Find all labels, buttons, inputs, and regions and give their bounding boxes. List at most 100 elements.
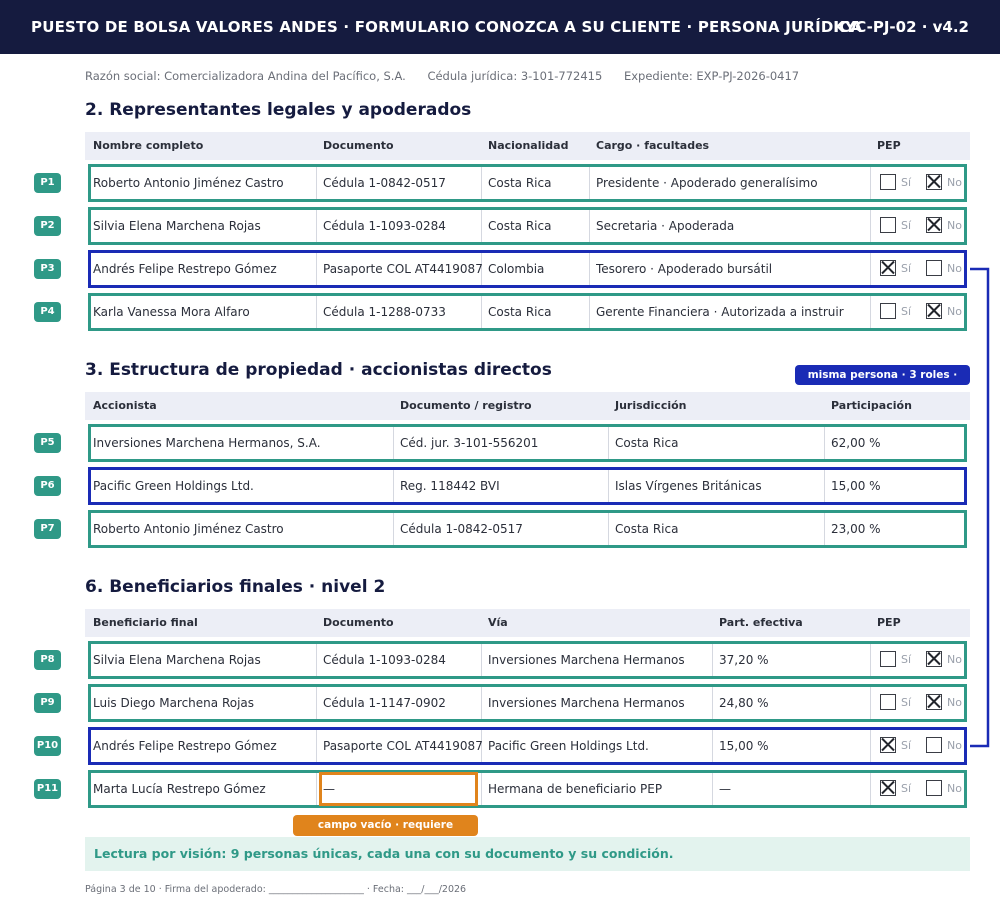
holder-jurisdiction: Costa Rica — [615, 436, 679, 450]
table-row: Marta Lucía Restrepo Gómez — Hermana de … — [85, 769, 970, 809]
beneficiary-document: Cédula 1-1093-0284 — [323, 653, 446, 667]
pep-yes-checkbox[interactable] — [880, 651, 896, 667]
pep-no-label: No — [947, 262, 962, 275]
holder-document: Céd. jur. 3-101-556201 — [400, 436, 539, 450]
pep-no-label: No — [947, 696, 962, 709]
person-tag: P1 — [34, 173, 61, 193]
empty-field-highlight — [319, 772, 478, 806]
pep-no-checkbox[interactable] — [926, 694, 942, 710]
rep-document: Cédula 1-0842-0517 — [323, 176, 446, 190]
pep-yes-checkbox[interactable] — [880, 694, 896, 710]
table-row: Karla Vanessa Mora Alfaro Cédula 1-1288-… — [85, 292, 970, 332]
table-row: Silvia Elena Marchena Rojas Cédula 1-109… — [85, 206, 970, 246]
beneficiary-effective: — — [719, 782, 731, 796]
section-6-header: Beneficiario final Documento Vía Part. e… — [85, 609, 970, 637]
rep-nationality: Costa Rica — [488, 219, 552, 233]
beneficiary-via: Inversiones Marchena Hermanos — [488, 653, 685, 667]
col-doc: Documento — [323, 139, 394, 152]
pep-no-label: No — [947, 305, 962, 318]
pep-no-checkbox[interactable] — [926, 780, 942, 796]
form-header: PUESTO DE BOLSA VALORES ANDES · FORMULAR… — [0, 0, 1000, 54]
rep-name: Silvia Elena Marchena Rojas — [93, 219, 261, 233]
table-row: Andrés Felipe Restrepo Gómez Pasaporte C… — [85, 249, 970, 289]
beneficiary-effective: 15,00 % — [719, 739, 769, 753]
rep-name: Roberto Antonio Jiménez Castro — [93, 176, 284, 190]
beneficiary-effective: 24,80 % — [719, 696, 769, 710]
section-2-header: Nombre completo Documento Nacionalidad C… — [85, 132, 970, 160]
holder-participation: 62,00 % — [831, 436, 881, 450]
holder-jurisdiction: Islas Vírgenes Británicas — [615, 479, 762, 493]
col-registry: Documento / registro — [400, 399, 532, 412]
pep-yes-checkbox[interactable] — [880, 217, 896, 233]
person-tag: P11 — [34, 779, 61, 799]
page-footer: Página 3 de 10 · Firma del apoderado: __… — [85, 884, 467, 895]
pep-yes-label: Sí — [901, 262, 912, 275]
person-tag: P10 — [34, 736, 61, 756]
vision-note: Lectura por visión: 9 personas únicas, c… — [85, 837, 970, 871]
rep-nationality: Costa Rica — [488, 176, 552, 190]
pep-no-label: No — [947, 176, 962, 189]
pep-yes-label: Sí — [901, 305, 912, 318]
holder-participation: 15,00 % — [831, 479, 881, 493]
pep-yes-label: Sí — [901, 176, 912, 189]
holder-name: Inversiones Marchena Hermanos, S.A. — [93, 436, 321, 450]
pep-no-checkbox[interactable] — [926, 217, 942, 233]
rep-role: Tesorero · Apoderado bursátil — [596, 262, 773, 276]
pep-yes-checkbox[interactable] — [880, 260, 896, 276]
person-tag: P4 — [34, 302, 61, 322]
expediente: Expediente: EXP-PJ-2026-0417 — [623, 69, 800, 83]
rep-role: Gerente Financiera · Autorizada a instru… — [596, 305, 844, 319]
col-doc: Documento — [323, 616, 394, 629]
rep-document: Cédula 1-1288-0733 — [323, 305, 446, 319]
table-row: Inversiones Marchena Hermanos, S.A. Céd.… — [85, 423, 970, 463]
holder-jurisdiction: Costa Rica — [615, 522, 679, 536]
pep-yes-checkbox[interactable] — [880, 174, 896, 190]
holder-name: Pacific Green Holdings Ltd. — [93, 479, 254, 493]
person-tag: P9 — [34, 693, 61, 713]
pep-no-label: No — [947, 653, 962, 666]
pep-no-checkbox[interactable] — [926, 651, 942, 667]
form-code: KYC-PJ-02 · v4.2 — [833, 18, 969, 36]
client-meta: Razón social: Comercializadora Andina de… — [85, 69, 817, 83]
empty-field-badge: campo vacío · requiere revisión — [293, 815, 478, 852]
pep-no-checkbox[interactable] — [926, 174, 942, 190]
pep-yes-label: Sí — [901, 739, 912, 752]
rep-role: Presidente · Apoderado generalísimo — [596, 176, 818, 190]
pep-no-checkbox[interactable] — [926, 737, 942, 753]
section-3-title: 3. Estructura de propiedad · accionistas… — [85, 360, 552, 380]
table-row: Roberto Antonio Jiménez Castro Cédula 1-… — [85, 509, 970, 549]
rep-name: Karla Vanessa Mora Alfaro — [93, 305, 250, 319]
pep-no-checkbox[interactable] — [926, 260, 942, 276]
col-jurisdiction: Jurisdicción — [615, 399, 687, 412]
table-row: Andrés Felipe Restrepo Gómez Pasaporte C… — [85, 726, 970, 766]
pep-yes-checkbox[interactable] — [880, 303, 896, 319]
form-title: PUESTO DE BOLSA VALORES ANDES · FORMULAR… — [31, 18, 863, 36]
col-name: Nombre completo — [93, 139, 204, 152]
col-effective: Part. efectiva — [719, 616, 803, 629]
table-row: Pacific Green Holdings Ltd. Reg. 118442 … — [85, 466, 970, 506]
section-6-title: 6. Beneficiarios finales · nivel 2 — [85, 577, 386, 597]
pep-yes-checkbox[interactable] — [880, 780, 896, 796]
holder-participation: 23,00 % — [831, 522, 881, 536]
person-tag: P8 — [34, 650, 61, 670]
pep-yes-label: Sí — [901, 219, 912, 232]
col-pep: PEP — [877, 616, 901, 629]
pep-yes-checkbox[interactable] — [880, 737, 896, 753]
rep-role: Secretaria · Apoderada — [596, 219, 735, 233]
holder-name: Roberto Antonio Jiménez Castro — [93, 522, 284, 536]
person-tag: P3 — [34, 259, 61, 279]
table-row: Roberto Antonio Jiménez Castro Cédula 1-… — [85, 163, 970, 203]
beneficiary-name: Andrés Felipe Restrepo Gómez — [93, 739, 277, 753]
rep-nationality: Costa Rica — [488, 305, 552, 319]
razon-social: Razón social: Comercializadora Andina de… — [85, 69, 406, 83]
col-role: Cargo · facultades — [596, 139, 710, 152]
rep-nationality: Colombia — [488, 262, 545, 276]
pep-no-label: No — [947, 739, 962, 752]
col-via: Vía — [488, 616, 508, 629]
pep-no-label: No — [947, 219, 962, 232]
col-nationality: Nacionalidad — [488, 139, 569, 152]
pep-yes-label: Sí — [901, 653, 912, 666]
col-pep: PEP — [877, 139, 901, 152]
pep-no-checkbox[interactable] — [926, 303, 942, 319]
beneficiary-via: Inversiones Marchena Hermanos — [488, 696, 685, 710]
